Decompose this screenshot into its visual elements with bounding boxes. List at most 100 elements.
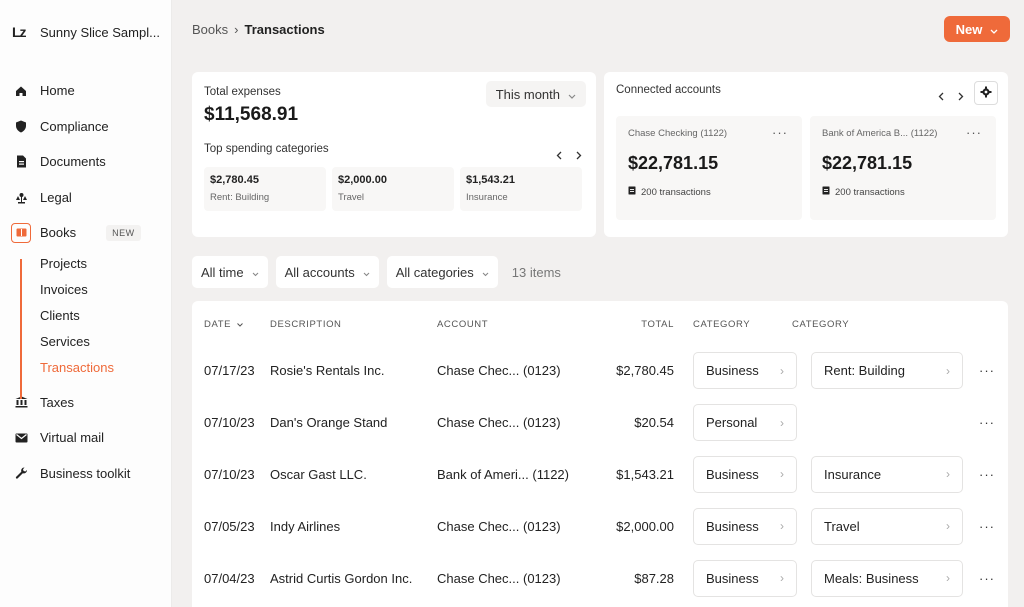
topbar: Books › Transactions New (192, 0, 1010, 60)
expenses-amount: $11,568.91 (204, 104, 299, 125)
period-value: This month (495, 86, 560, 102)
period-select[interactable]: This month (485, 81, 586, 107)
summary-cards: Total expenses $11,568.91 This month Top… (192, 72, 1008, 237)
table-row[interactable]: 07/10/23 Oscar Gast LLC. Bank of Ameri..… (192, 449, 1008, 501)
sidebar-item-books[interactable]: Books NEW (0, 215, 171, 251)
chevron-right-icon: › (780, 415, 784, 430)
sidebar-item-label: Books (40, 225, 77, 241)
more-icon[interactable]: ··· (772, 125, 788, 140)
header-date[interactable]: DATE (192, 319, 270, 330)
chevron-right-icon[interactable] (958, 89, 964, 104)
home-icon (14, 84, 28, 98)
sidebar-subitem-transactions[interactable]: Transactions (0, 355, 171, 381)
sidebar-item-compliance[interactable]: Compliance (0, 109, 171, 145)
chevron-right-icon: › (946, 467, 950, 482)
accounts-filter-value: All accounts (284, 264, 355, 280)
legal-icon (14, 190, 28, 204)
sidebar-item-label: Business toolkit (40, 465, 131, 481)
chevron-right-icon: › (780, 467, 784, 482)
subcategory-select[interactable]: Rent: Building › (811, 352, 963, 390)
category-select[interactable]: Personal › (693, 404, 797, 442)
row-description: Oscar Gast LLC. (270, 466, 367, 482)
chevron-left-icon[interactable] (938, 89, 944, 104)
row-total: $87.28 (634, 570, 674, 586)
header-category: CATEGORY (693, 319, 751, 330)
subcategory-empty (811, 404, 963, 441)
category-value: Business (706, 518, 759, 534)
spending-label: Travel (338, 192, 365, 203)
breadcrumb-parent[interactable]: Books (192, 22, 228, 37)
account-transaction-count: 200 transactions (641, 186, 711, 198)
category-select[interactable]: Business › (693, 559, 797, 597)
account-card[interactable]: Chase Checking (1122) ··· $22,781.15 200… (616, 116, 802, 220)
more-icon[interactable]: ··· (979, 415, 995, 430)
bank-icon (628, 186, 636, 198)
more-icon[interactable]: ··· (979, 571, 995, 586)
sidebar-item-legal[interactable]: Legal (0, 180, 171, 216)
more-icon[interactable]: ··· (966, 125, 982, 140)
subcategory-select[interactable]: Meals: Business › (811, 559, 963, 597)
sidebar-item-label: Taxes (40, 394, 74, 410)
row-account: Chase Chec... (0123) (437, 518, 561, 534)
more-icon[interactable]: ··· (979, 363, 995, 378)
row-description: Dan's Orange Stand (270, 415, 388, 431)
category-value: Business (706, 363, 759, 379)
sidebar-item-documents[interactable]: Documents (0, 144, 171, 180)
sidebar-item-taxes[interactable]: Taxes (0, 385, 171, 421)
table-row[interactable]: 07/17/23 Rosie's Rentals Inc. Chase Chec… (192, 345, 1008, 397)
subcategory-value: Rent: Building (824, 363, 905, 379)
org-switcher[interactable]: Lz Sunny Slice Sampl... (0, 0, 171, 64)
expenses-card: Total expenses $11,568.91 This month Top… (192, 72, 596, 237)
row-account: Bank of Ameri... (1122) (437, 466, 569, 482)
category-select[interactable]: Business › (693, 507, 797, 545)
spending-item[interactable]: $1,543.21 Insurance (460, 167, 582, 211)
sidebar-item-virtual-mail[interactable]: Virtual mail (0, 420, 171, 456)
filter-bar: All time All accounts All categories 13 … (192, 256, 1008, 288)
time-filter[interactable]: All time (192, 256, 268, 288)
table-row[interactable]: 07/10/23 Dan's Orange Stand Chase Chec..… (192, 397, 1008, 449)
subcategory-select[interactable]: Insurance › (811, 455, 963, 493)
spending-item[interactable]: $2,000.00 Travel (332, 167, 454, 211)
subcategory-value: Meals: Business (824, 570, 919, 586)
category-value: Business (706, 466, 759, 482)
row-account: Chase Chec... (0123) (437, 570, 561, 586)
item-count: 13 items (511, 264, 561, 280)
spending-amount: $1,543.21 (466, 174, 515, 186)
chevron-right-icon[interactable] (576, 148, 582, 163)
wrench-icon (14, 466, 28, 480)
categories-filter[interactable]: All categories (386, 256, 498, 288)
table-row[interactable]: 07/04/23 Astrid Curtis Gordon Inc. Chase… (192, 552, 1008, 604)
account-list: Chase Checking (1122) ··· $22,781.15 200… (616, 116, 996, 220)
settings-button[interactable] (974, 81, 998, 105)
more-icon[interactable]: ··· (979, 467, 995, 482)
accounts-filter[interactable]: All accounts (275, 256, 379, 288)
table-header: DATE DESCRIPTION ACCOUNT TOTAL CATEGORY … (192, 315, 1008, 345)
sidebar-subitem-projects[interactable]: Projects (0, 251, 171, 277)
sidebar-subitem-clients[interactable]: Clients (0, 303, 171, 329)
sidebar-subitem-invoices[interactable]: Invoices (0, 277, 171, 303)
subcategory-value: Insurance (824, 466, 882, 482)
table-row[interactable]: 07/05/23 Indy Airlines Chase Chec... (01… (192, 500, 1008, 552)
account-balance: $22,781.15 (628, 153, 719, 173)
sidebar-item-label: Virtual mail (40, 430, 105, 446)
spending-item[interactable]: $2,780.45 Rent: Building (204, 167, 326, 211)
chevron-right-icon: › (780, 519, 784, 534)
new-button[interactable]: New (944, 16, 1010, 42)
sidebar-subitem-services[interactable]: Services (0, 329, 171, 355)
chevron-down-icon (990, 22, 998, 37)
category-value: Business (706, 570, 759, 586)
document-icon (14, 155, 28, 169)
top-spending-label: Top spending categories (204, 143, 329, 155)
sidebar-item-business-toolkit[interactable]: Business toolkit (0, 456, 171, 492)
category-select[interactable]: Business › (693, 352, 797, 390)
account-transactions: 200 transactions (822, 186, 984, 198)
chevron-left-icon[interactable] (556, 148, 562, 163)
sidebar-item-home[interactable]: Home (0, 73, 171, 109)
category-select[interactable]: Business › (693, 455, 797, 493)
account-card[interactable]: Bank of America B... (1122) ··· $22,781.… (810, 116, 996, 220)
time-filter-value: All time (201, 264, 244, 280)
subcategory-select[interactable]: Travel › (811, 507, 963, 545)
chevron-down-icon (252, 265, 259, 280)
more-icon[interactable]: ··· (979, 519, 995, 534)
row-account: Chase Chec... (0123) (437, 363, 561, 379)
